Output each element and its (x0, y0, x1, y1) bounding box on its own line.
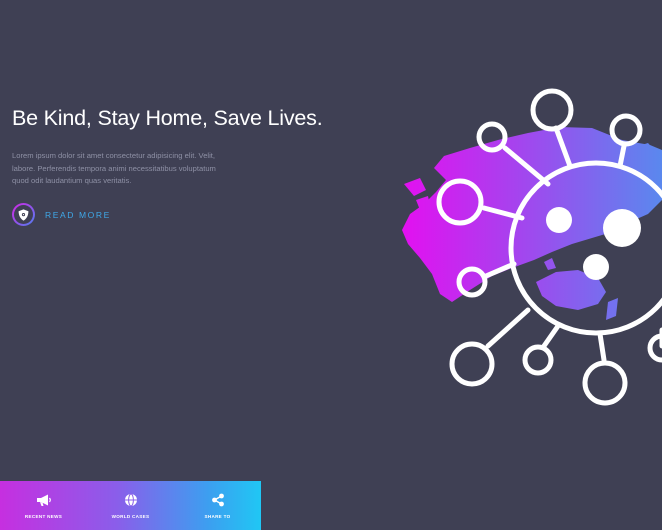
nav-recent-news[interactable]: RECENT NEWS (0, 481, 87, 530)
globe-icon (124, 492, 138, 508)
megaphone-icon (36, 492, 52, 508)
share-icon (211, 492, 225, 508)
nav-share-to-label: SHARE TO (204, 514, 231, 519)
bottom-nav-bar: RECENT NEWS WORLD CASES SHARE TO (0, 481, 261, 530)
nav-world-cases[interactable]: WORLD CASES (87, 481, 174, 530)
virus-world-illustration (402, 88, 662, 406)
nav-share-to[interactable]: SHARE TO (174, 481, 261, 530)
nav-world-cases-label: WORLD CASES (111, 514, 150, 519)
nav-recent-news-label: RECENT NEWS (24, 514, 63, 519)
